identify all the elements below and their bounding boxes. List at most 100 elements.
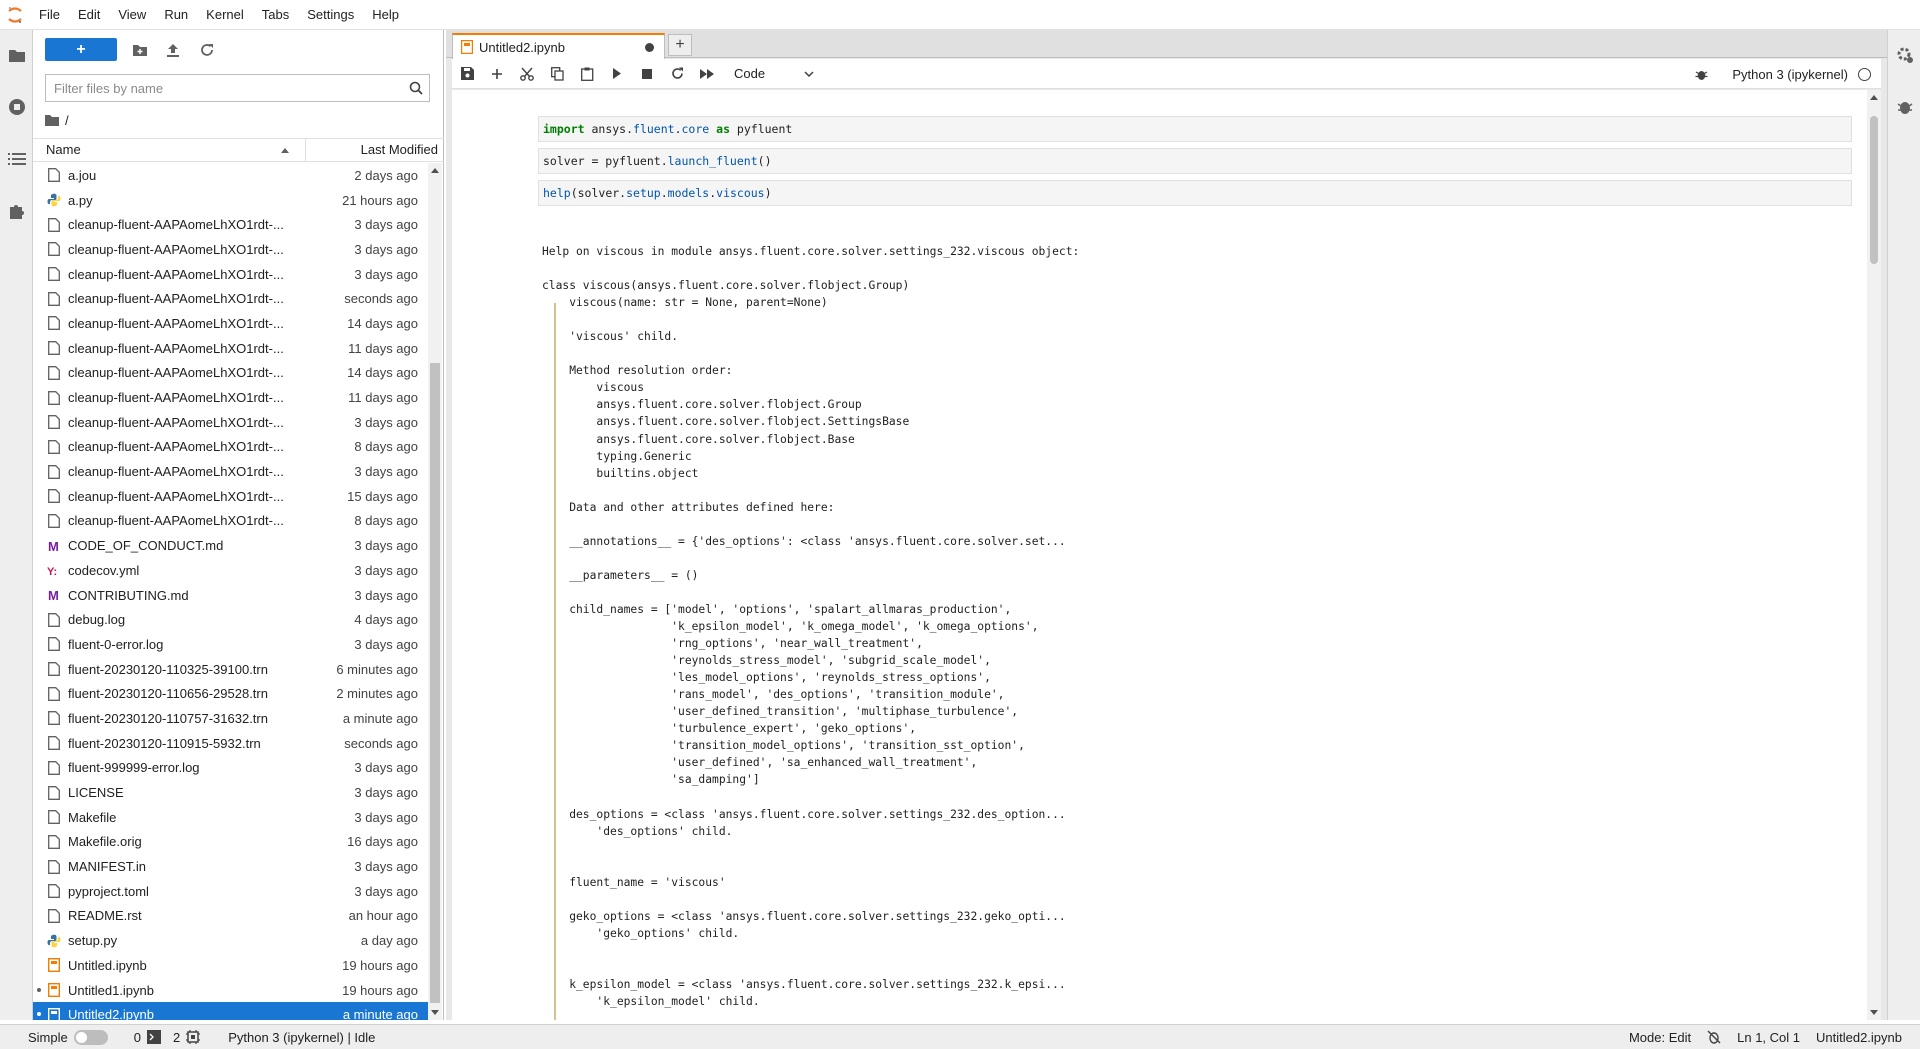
- breadcrumb-path[interactable]: /: [65, 113, 69, 128]
- debugger-bug-icon[interactable]: [1695, 68, 1708, 81]
- file-list-item[interactable]: LICENSE 3 days ago: [33, 780, 428, 805]
- file-list-item[interactable]: a.py 21 hours ago: [33, 188, 428, 213]
- restart-kernel-button[interactable]: [662, 60, 692, 88]
- cell-code-editor[interactable]: solver = pyfluent.launch_fluent(): [538, 148, 1852, 174]
- cell-type-dropdown[interactable]: Code: [734, 66, 814, 81]
- filter-files-input[interactable]: [46, 75, 386, 101]
- running-sessions-icon[interactable]: [4, 94, 30, 120]
- unsaved-dot-icon[interactable]: [645, 42, 654, 52]
- menu-view[interactable]: View: [109, 0, 155, 30]
- file-list-item[interactable]: fluent-0-error.log 3 days ago: [33, 632, 428, 657]
- file-list-item[interactable]: Y: codecov.yml 3 days ago: [33, 558, 428, 583]
- cell-code-editor[interactable]: import ansys.fluent.core as pyfluent: [538, 116, 1852, 142]
- toggle-switch[interactable]: [73, 1029, 108, 1045]
- file-list-item[interactable]: Untitled2.ipynb a minute ago: [33, 1002, 428, 1020]
- file-list-item[interactable]: cleanup-fluent-AAPAomeLhXO1rdt-... 14 day…: [33, 311, 428, 336]
- scrollbar-thumb[interactable]: [1870, 116, 1878, 264]
- file-list-item[interactable]: fluent-20230120-110325-39100.trn 6 minute…: [33, 657, 428, 682]
- file-list-item[interactable]: fluent-20230120-110915-5932.trn seconds a…: [33, 731, 428, 756]
- copy-button[interactable]: [542, 60, 572, 88]
- filter-files-field[interactable]: [45, 74, 430, 102]
- add-tab-button[interactable]: +: [668, 34, 692, 56]
- cell-type-value: Code: [734, 66, 766, 81]
- property-inspector-gear-icon[interactable]: [1892, 42, 1918, 68]
- file-name: pyproject.toml: [68, 883, 149, 899]
- home-folder-icon[interactable]: [45, 114, 59, 126]
- last-modified-column-header[interactable]: Last Modified: [306, 139, 444, 161]
- scroll-up-icon[interactable]: [431, 167, 439, 173]
- scroll-down-icon[interactable]: [431, 1010, 439, 1016]
- file-list-item[interactable]: fluent-999999-error.log 3 days ago: [33, 756, 428, 781]
- debugger-off-icon[interactable]: [1707, 1030, 1721, 1044]
- file-list-item[interactable]: a.jou 2 days ago: [33, 163, 428, 188]
- file-list-item[interactable]: cleanup-fluent-AAPAomeLhXO1rdt-... 11 day…: [33, 385, 428, 410]
- plus-icon: +: [76, 40, 86, 58]
- scroll-down-icon[interactable]: [1870, 1010, 1878, 1016]
- upload-button[interactable]: [161, 38, 185, 61]
- file-list-item[interactable]: README.rst an hour ago: [33, 904, 428, 929]
- file-list-item[interactable]: cleanup-fluent-AAPAomeLhXO1rdt-... 8 days…: [33, 509, 428, 534]
- kernels-indicator[interactable]: 2: [167, 1030, 206, 1045]
- simple-mode-toggle[interactable]: Simple: [0, 1029, 114, 1045]
- refresh-button[interactable]: [195, 38, 219, 61]
- file-list-item[interactable]: cleanup-fluent-AAPAomeLhXO1rdt-... 3 days…: [33, 410, 428, 435]
- file-list-item[interactable]: cleanup-fluent-AAPAomeLhXO1rdt-... 14 day…: [33, 361, 428, 386]
- scrollbar-thumb[interactable]: [430, 363, 440, 1003]
- file-list-item[interactable]: cleanup-fluent-AAPAomeLhXO1rdt-... second…: [33, 286, 428, 311]
- file-name: fluent-20230120-110325-39100.trn: [68, 661, 268, 677]
- file-list-item[interactable]: MANIFEST.in 3 days ago: [33, 854, 428, 879]
- upload-icon: [167, 43, 179, 57]
- file-list-item[interactable]: Untitled.ipynb 19 hours ago: [33, 953, 428, 978]
- interrupt-kernel-button[interactable]: [632, 60, 662, 88]
- menu-run[interactable]: Run: [155, 0, 197, 30]
- menu-file[interactable]: File: [30, 0, 69, 30]
- terminals-indicator[interactable]: 0: [128, 1030, 167, 1045]
- menu-edit[interactable]: Edit: [69, 0, 109, 30]
- paste-button[interactable]: [572, 60, 602, 88]
- file-list-item[interactable]: Makefile 3 days ago: [33, 805, 428, 830]
- menu-settings[interactable]: Settings: [298, 0, 363, 30]
- tab-untitled2[interactable]: Untitled2.ipynb: [452, 33, 665, 59]
- new-folder-button[interactable]: [128, 38, 152, 61]
- folder-icon[interactable]: [4, 42, 30, 68]
- restart-run-all-button[interactable]: [692, 60, 722, 88]
- menu-help[interactable]: Help: [363, 0, 408, 30]
- file-list-item[interactable]: cleanup-fluent-AAPAomeLhXO1rdt-... 3 days…: [33, 212, 428, 237]
- menu-tabs[interactable]: Tabs: [253, 0, 298, 30]
- file-name: cleanup-fluent-AAPAomeLhXO1rdt-...: [68, 340, 284, 356]
- menu-kernel[interactable]: Kernel: [197, 0, 253, 30]
- run-cell-button[interactable]: [602, 60, 632, 88]
- cell-code-editor[interactable]: help(solver.setup.models.viscous): [538, 180, 1852, 206]
- file-list-item[interactable]: cleanup-fluent-AAPAomeLhXO1rdt-... 3 days…: [33, 459, 428, 484]
- file-list-item[interactable]: pyproject.toml 3 days ago: [33, 879, 428, 904]
- scroll-up-icon[interactable]: [1870, 94, 1878, 100]
- cursor-position[interactable]: Ln 1, Col 1: [1737, 1030, 1800, 1045]
- debugger-bug-icon[interactable]: [1892, 94, 1918, 120]
- kernel-name-button[interactable]: Python 3 (ipykernel): [1732, 67, 1848, 82]
- file-list-item[interactable]: M CONTRIBUTING.md 3 days ago: [33, 583, 428, 608]
- notebook-scrollbar[interactable]: [1867, 90, 1881, 1020]
- file-list-item[interactable]: debug.log 4 days ago: [33, 607, 428, 632]
- file-list-item[interactable]: cleanup-fluent-AAPAomeLhXO1rdt-... 11 day…: [33, 336, 428, 361]
- file-list-item[interactable]: Makefile.orig 16 days ago: [33, 830, 428, 855]
- extension-puzzle-icon[interactable]: [4, 198, 30, 224]
- kernel-status[interactable]: Python 3 (ipykernel) | Idle: [222, 1030, 381, 1045]
- file-list-item[interactable]: cleanup-fluent-AAPAomeLhXO1rdt-... 3 days…: [33, 262, 428, 287]
- new-launcher-button[interactable]: +: [45, 38, 117, 61]
- file-list-item[interactable]: cleanup-fluent-AAPAomeLhXO1rdt-... 15 day…: [33, 484, 428, 509]
- file-name: cleanup-fluent-AAPAomeLhXO1rdt-...: [68, 241, 284, 257]
- file-list-item[interactable]: M CODE_OF_CONDUCT.md 3 days ago: [33, 533, 428, 558]
- file-list-item[interactable]: cleanup-fluent-AAPAomeLhXO1rdt-... 3 days…: [33, 237, 428, 262]
- file-list-item[interactable]: cleanup-fluent-AAPAomeLhXO1rdt-... 8 days…: [33, 435, 428, 460]
- file-icon: [46, 217, 62, 233]
- table-of-contents-icon[interactable]: [4, 146, 30, 172]
- file-list-item[interactable]: fluent-20230120-110656-29528.trn 2 minute…: [33, 681, 428, 706]
- file-list-item[interactable]: Untitled1.ipynb 19 hours ago: [33, 978, 428, 1003]
- file-list-scrollbar[interactable]: [428, 163, 442, 1020]
- name-column-header[interactable]: Name: [33, 139, 306, 161]
- cut-button[interactable]: [512, 60, 542, 88]
- file-list-item[interactable]: setup.py a day ago: [33, 928, 428, 953]
- file-list-item[interactable]: fluent-20230120-110757-31632.trn a minute…: [33, 706, 428, 731]
- insert-cell-button[interactable]: [482, 60, 512, 88]
- save-button[interactable]: [452, 60, 482, 88]
